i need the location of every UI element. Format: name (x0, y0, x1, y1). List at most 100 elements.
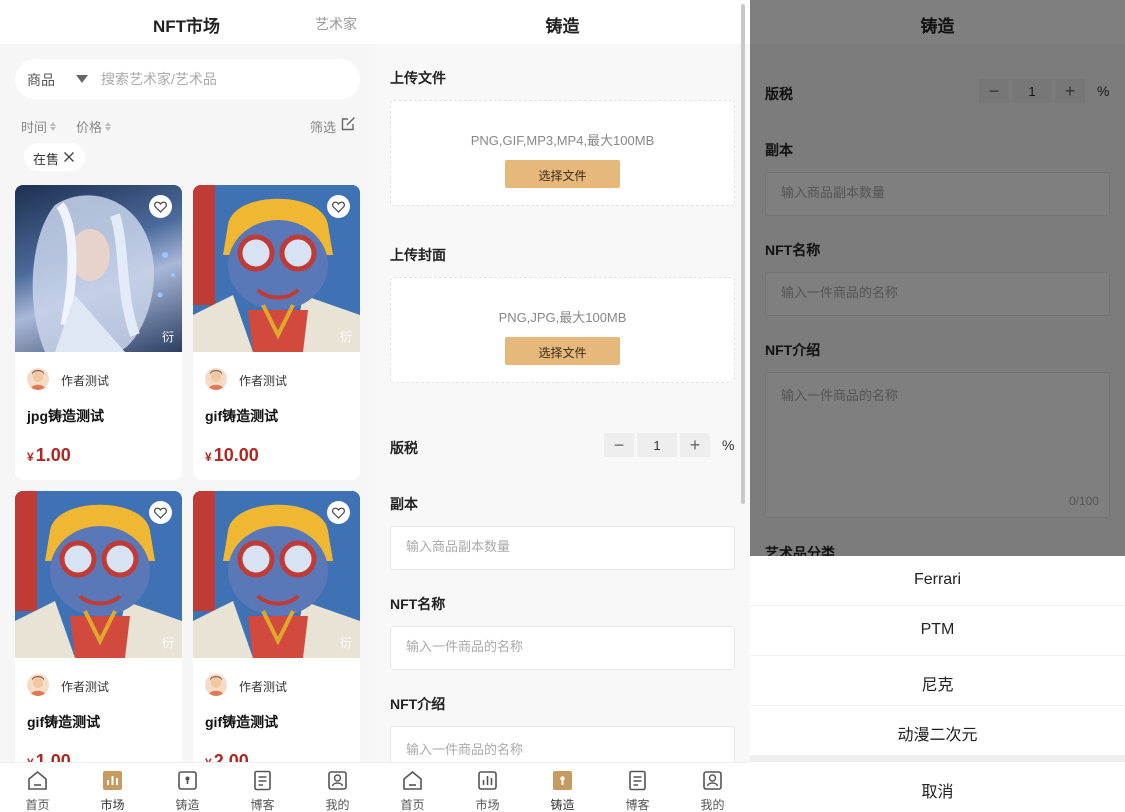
royalty-label: 版税 (390, 440, 418, 456)
product-title: jpg铸造测试 (27, 408, 104, 424)
decrement-button[interactable]: − (604, 433, 634, 457)
sort-arrows-icon (105, 122, 112, 131)
product-card[interactable]: 衍 作者测试 jpg铸造测试 ¥1.00 (15, 185, 182, 480)
tab-label: 我的 (700, 798, 725, 812)
sort-arrows-icon (50, 122, 57, 131)
derivative-badge: 衍 (339, 636, 352, 650)
close-icon[interactable] (63, 151, 75, 163)
choose-file-button[interactable]: 选择文件 (505, 160, 620, 188)
sort-by-price[interactable]: 价格 (76, 117, 112, 136)
tab-home[interactable]: 首页 (375, 763, 450, 812)
sort-time-label: 时间 (21, 120, 48, 135)
upload-cover-area[interactable]: PNG,JPG,最大100MB 选择文件 (390, 277, 735, 383)
category-option[interactable]: Ferrari (750, 556, 1125, 606)
mint-category-screen: 铸造 版税 − 1 + % 副本 NFT名称 NFT介绍 0/100 艺术品分类… (750, 0, 1125, 812)
active-filter-tag[interactable]: 在售 (24, 143, 85, 171)
scrollbar[interactable] (741, 4, 745, 504)
derivative-badge: 衍 (161, 330, 174, 344)
tab-market[interactable]: 市场 (75, 763, 150, 812)
tab-blog[interactable]: 博客 (600, 763, 675, 812)
category-option[interactable]: PTM (750, 606, 1125, 656)
upload-file-area[interactable]: PNG,GIF,MP3,MP4,最大100MB 选择文件 (390, 100, 735, 206)
edit-filter-icon[interactable] (341, 116, 356, 131)
tab-label: 博客 (625, 798, 650, 812)
heart-icon (154, 507, 167, 519)
product-title: gif铸造测试 (27, 714, 101, 730)
sort-by-time[interactable]: 时间 (21, 117, 57, 136)
chart-icon (103, 771, 122, 790)
mint-header: 铸造 (375, 0, 750, 44)
tag-label: 在售 (33, 152, 60, 167)
nft-intro-label: NFT介绍 (390, 696, 446, 712)
favorite-button[interactable] (149, 195, 172, 218)
favorite-button[interactable] (327, 501, 350, 524)
category-option[interactable]: 尼克 (750, 656, 1125, 706)
tab-label: 首页 (25, 798, 50, 812)
bottom-tab-bar: 首页 市场 铸造 博客 我的 (375, 762, 750, 812)
favorite-button[interactable] (149, 501, 172, 524)
product-price: ¥1.00 (27, 445, 71, 465)
market-header: NFT市场 艺术家 (0, 0, 375, 44)
tab-blog[interactable]: 博客 (225, 763, 300, 812)
tab-mint[interactable]: 铸造 (525, 763, 600, 812)
upload-file-hint: PNG,GIF,MP3,MP4,最大100MB (470, 133, 655, 148)
author-name: 作者测试 (61, 374, 110, 388)
nft-name-label: NFT名称 (390, 596, 446, 612)
upload-file-label: 上传文件 (390, 70, 446, 86)
mint-icon (178, 771, 197, 790)
increment-button[interactable]: + (680, 433, 710, 457)
tab-mint[interactable]: 铸造 (150, 763, 225, 812)
filter-button[interactable]: 筛选 (310, 117, 336, 136)
home-icon (28, 770, 47, 790)
market-screen: NFT市场 艺术家 商品 时间 价格 筛选 在售 (0, 0, 375, 812)
user-icon (328, 771, 347, 790)
tab-label: 市场 (475, 798, 500, 812)
search-bar: 商品 (15, 59, 360, 99)
bottom-tab-bar: 首页 市场 铸造 博客 我的 (0, 762, 375, 812)
product-title: gif铸造测试 (205, 714, 279, 730)
category-option[interactable]: 动漫二次元 (750, 706, 1125, 756)
user-icon (703, 771, 722, 790)
author-name: 作者测试 (239, 680, 288, 694)
tab-home[interactable]: 首页 (0, 763, 75, 812)
heart-icon (154, 201, 167, 213)
product-card[interactable]: 衍 作者测试 gif铸造测试 ¥2.00 (193, 491, 360, 786)
tab-label: 我的 (325, 798, 350, 812)
home-icon (403, 770, 422, 790)
page-title: 铸造 (545, 17, 580, 36)
product-card[interactable]: 衍 作者测试 gif铸造测试 ¥10.00 (193, 185, 360, 480)
category-action-sheet: Ferrari PTM 尼克 动漫二次元 取消 (750, 556, 1125, 812)
author-name: 作者测试 (239, 374, 288, 388)
author-avatar (27, 368, 49, 390)
royalty-value[interactable]: 1 (637, 433, 677, 457)
copies-input[interactable] (406, 539, 716, 554)
tab-artists[interactable]: 艺术家 (315, 14, 357, 34)
tab-nft-market[interactable]: NFT市场 (153, 12, 220, 37)
choose-cover-button[interactable]: 选择文件 (505, 337, 620, 365)
tab-market[interactable]: 市场 (450, 763, 525, 812)
royalty-stepper: − 1 + (604, 433, 710, 457)
heart-icon (332, 507, 345, 519)
search-input[interactable] (101, 67, 351, 91)
document-icon (254, 770, 271, 791)
author-name: 作者测试 (61, 680, 110, 694)
product-card[interactable]: 衍 作者测试 gif铸造测试 ¥1.00 (15, 491, 182, 786)
author-avatar (205, 674, 227, 696)
copies-field (390, 526, 735, 570)
royalty-unit: % (722, 437, 735, 453)
caret-down-icon[interactable] (76, 75, 88, 83)
cancel-button[interactable]: 取消 (750, 762, 1125, 812)
chart-icon (478, 771, 497, 790)
tab-mine[interactable]: 我的 (300, 763, 375, 812)
nft-name-input[interactable] (406, 639, 716, 654)
heart-icon (332, 201, 345, 213)
tab-mine[interactable]: 我的 (675, 763, 750, 812)
tab-label: 首页 (400, 798, 425, 812)
derivative-badge: 衍 (161, 636, 174, 650)
product-price: ¥10.00 (205, 445, 259, 465)
search-category-select[interactable]: 商品 (27, 70, 55, 90)
author-avatar (27, 674, 49, 696)
tab-label: 市场 (100, 798, 125, 812)
favorite-button[interactable] (327, 195, 350, 218)
tab-label: 铸造 (550, 798, 575, 812)
